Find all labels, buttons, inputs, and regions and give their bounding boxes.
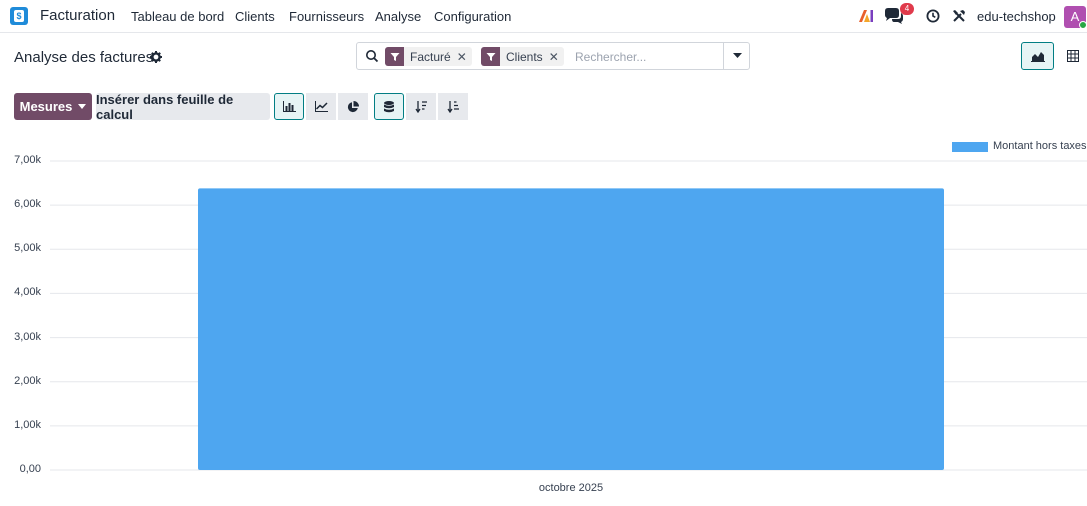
caret-down-icon (732, 53, 742, 58)
y-tick-label: 3,00k (14, 330, 41, 343)
top-navbar: $ Facturation Tableau de bord Clients Fo… (0, 0, 1087, 33)
table-icon (1066, 50, 1079, 62)
menu-item-clients[interactable]: Clients (235, 9, 275, 24)
y-tick-label: 5,00k (14, 242, 41, 255)
company-switcher[interactable]: edu-techshop (977, 9, 1056, 24)
search-options-toggle[interactable] (723, 42, 750, 70)
measures-dropdown-button[interactable]: Mesures (14, 93, 92, 120)
close-icon[interactable]: ✕ (457, 50, 472, 64)
measures-label: Mesures (19, 99, 73, 114)
app-name[interactable]: Facturation (40, 7, 115, 24)
gear-icon[interactable] (150, 51, 162, 63)
insert-spreadsheet-label: Insérer dans feuille de calcul (96, 91, 234, 122)
facet-label: Facturé (410, 49, 451, 64)
search-icon[interactable] (365, 49, 379, 63)
filter-icon (481, 47, 500, 66)
chart-canvas (50, 160, 1087, 471)
sort-ascending-icon (447, 100, 459, 113)
page-title: Analyse des factures (14, 49, 154, 66)
view-graph-button[interactable] (1021, 42, 1054, 70)
close-icon[interactable]: ✕ (549, 50, 564, 64)
bar-chart-icon (282, 101, 296, 112)
area-chart-icon (1030, 52, 1045, 62)
sort-descending-button[interactable] (406, 93, 436, 120)
app-menu-icon[interactable]: $ (10, 7, 28, 25)
pie-chart-button[interactable] (338, 93, 368, 120)
facet-label: Clients (506, 49, 543, 64)
search-input[interactable] (575, 47, 715, 66)
view-pivot-button[interactable] (1056, 42, 1087, 70)
y-tick-label: 1,00k (14, 418, 41, 431)
chat-badge: 4 (900, 3, 914, 15)
tools-icon[interactable] (952, 9, 966, 23)
search-bar: Facturé ✕ Clients ✕ (356, 42, 750, 70)
y-tick-label: 0,00 (19, 463, 41, 475)
menu-item-configuration[interactable]: Configuration (434, 9, 511, 24)
bar[interactable] (198, 188, 944, 470)
legend-label[interactable]: Montant hors taxes (993, 140, 1087, 152)
x-tick-label: octobre 2025 (538, 482, 604, 494)
facet-invoiced: Facturé ✕ (385, 47, 472, 66)
ai-icon[interactable] (858, 9, 874, 23)
online-status-dot (1079, 21, 1087, 29)
sort-descending-icon (415, 100, 427, 113)
pie-chart-icon (347, 100, 359, 112)
y-tick-label: 7,00k (14, 154, 41, 166)
facet-clients: Clients ✕ (481, 47, 564, 66)
legend-swatch[interactable] (952, 142, 988, 152)
y-tick-label: 2,00k (14, 374, 41, 387)
sort-ascending-button[interactable] (438, 93, 468, 120)
line-chart-icon (314, 101, 328, 112)
bar-chart-button[interactable] (274, 93, 304, 120)
y-tick-label: 4,00k (14, 286, 41, 299)
menu-item-dashboard[interactable]: Tableau de bord (131, 9, 224, 24)
database-icon (384, 100, 394, 112)
menu-item-suppliers[interactable]: Fournisseurs (289, 9, 364, 24)
bar-chart: Montant hors taxes 0,00 1,00k 2,00k 3,00k 4,… (0, 130, 1087, 500)
line-chart-button[interactable] (306, 93, 336, 120)
caret-down-icon (78, 104, 87, 109)
insert-spreadsheet-button[interactable]: Insérer dans feuille de calcul (96, 91, 270, 122)
menu-item-analysis[interactable]: Analyse (375, 9, 421, 24)
filter-icon (385, 47, 404, 66)
clock-icon[interactable] (926, 9, 940, 23)
stacked-toggle-button[interactable] (374, 93, 404, 120)
y-tick-label: 6,00k (14, 198, 41, 211)
